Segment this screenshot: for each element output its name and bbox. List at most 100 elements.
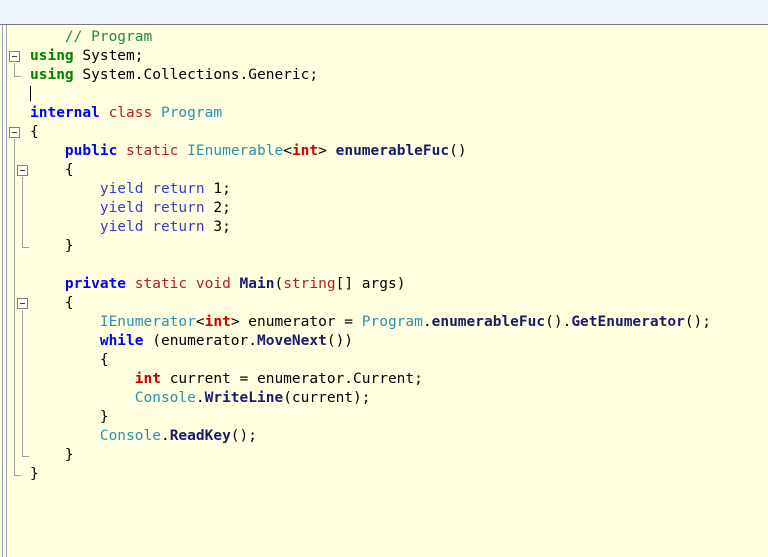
code-token-plain: System;: [73, 48, 144, 64]
code-token-plain: }: [99, 409, 109, 425]
code-line[interactable]: yield return 2;: [30, 199, 766, 218]
code-token-method: enumerableFuc: [431, 314, 546, 330]
code-token-class: Console: [99, 428, 161, 444]
code-token-keyword: while: [99, 333, 144, 349]
code-token-plain: .: [422, 314, 432, 330]
code-token-type_keyword: class: [108, 105, 153, 121]
fold-guide-elbow: [14, 474, 21, 476]
fold-marker-enumerable-method[interactable]: [17, 165, 28, 176]
code-token-keyword: private: [64, 276, 127, 292]
code-token-method: enumerableFuc: [335, 143, 450, 159]
code-token-method: MoveNext: [257, 333, 327, 349]
code-token-class: IEnumerator: [99, 314, 196, 330]
code-line[interactable]: using System.Collections.Generic;: [30, 66, 766, 85]
code-token-plain: {: [99, 352, 109, 368]
code-token-plain: .: [160, 428, 170, 444]
code-line[interactable]: {: [30, 351, 766, 370]
code-token-plain: ()): [326, 333, 354, 349]
code-line[interactable]: Console.ReadKey();: [30, 427, 766, 446]
code-token-method: Main: [239, 276, 275, 292]
fold-guide-line: [22, 176, 23, 247]
code-token-plain: current = enumerator.Current;: [160, 371, 423, 387]
code-token-plain: (current);: [283, 390, 371, 406]
code-token-keyword_using: using: [30, 48, 74, 64]
code-token-method: WriteLine: [204, 390, 284, 406]
code-token-keyword: public: [64, 143, 118, 159]
fold-marker-class-body[interactable]: [9, 127, 20, 138]
code-token-primitive: int: [134, 371, 161, 387]
code-token-type_keyword: string: [283, 276, 336, 292]
code-token-plain: >: [318, 143, 336, 159]
code-token-type_keyword: static: [126, 143, 179, 159]
code-line[interactable]: int current = enumerator.Current;: [30, 370, 766, 389]
code-line[interactable]: IEnumerator<int> enumerator = Program.en…: [30, 313, 766, 332]
code-token-class: Program: [160, 105, 223, 121]
code-line[interactable]: public static IEnumerable<int> enumerabl…: [30, 142, 766, 161]
code-line[interactable]: using System;: [30, 47, 766, 66]
code-line[interactable]: }: [30, 446, 766, 465]
code-line[interactable]: Console.WriteLine(current);: [30, 389, 766, 408]
code-token-control_flow: yield return: [99, 200, 205, 216]
code-token-keyword_using: using: [30, 67, 74, 83]
fold-marker-using-block[interactable]: [9, 51, 20, 62]
editor-left-rule-inner: [6, 25, 7, 557]
code-line[interactable]: {: [30, 294, 766, 313]
code-line[interactable]: private static void Main(string[] args): [30, 275, 766, 294]
code-token-primitive: int: [204, 314, 231, 330]
code-line[interactable]: while (enumerator.MoveNext()): [30, 332, 766, 351]
outlining-gutter[interactable]: [8, 25, 32, 557]
code-token-plain: ().: [545, 314, 572, 330]
code-line[interactable]: }: [30, 237, 766, 256]
code-token-plain: }: [64, 447, 74, 463]
code-token-class: IEnumerable: [187, 143, 284, 159]
code-token-plain: }: [30, 466, 39, 482]
fold-guide-line: [22, 309, 23, 456]
code-token-plain: 2;: [204, 200, 231, 216]
code-line[interactable]: internal class Program: [30, 104, 766, 123]
code-token-plain: (enumerator.: [143, 333, 257, 349]
code-token-plain: > enumerator =: [230, 314, 362, 330]
fold-guide-line: [14, 62, 15, 76]
code-token-plain: 1;: [204, 181, 231, 197]
code-token-method: ReadKey: [169, 428, 231, 444]
code-token-plain: ();: [230, 428, 257, 444]
code-line[interactable]: yield return 3;: [30, 218, 766, 237]
code-token-control_flow: yield return: [99, 181, 205, 197]
code-token-plain: .: [195, 390, 205, 406]
code-token-plain: <: [283, 143, 292, 159]
code-text-area[interactable]: // Program using System; using System.Coll…: [30, 28, 766, 484]
code-token-plain: [] args): [335, 276, 406, 292]
code-token-method: GetEnumerator: [571, 314, 685, 330]
code-token-plain: {: [64, 295, 74, 311]
code-line[interactable]: [30, 85, 766, 104]
text-caret: [30, 86, 31, 101]
code-line[interactable]: }: [30, 465, 766, 484]
code-line[interactable]: }: [30, 408, 766, 427]
fold-marker-main-method[interactable]: [17, 298, 28, 309]
code-line[interactable]: yield return 1;: [30, 180, 766, 199]
editor-left-rule-outer: [2, 25, 3, 557]
code-editor-surface[interactable]: // Program using System; using System.Coll…: [0, 25, 768, 557]
code-line[interactable]: {: [30, 161, 766, 180]
code-token-plain: {: [64, 162, 74, 178]
code-line[interactable]: // Program: [30, 28, 766, 47]
code-editor-window: // Program using System; using System.Coll…: [0, 0, 768, 557]
code-line[interactable]: [30, 256, 766, 275]
code-line[interactable]: {: [30, 123, 766, 142]
code-token-plain: (): [449, 143, 467, 159]
